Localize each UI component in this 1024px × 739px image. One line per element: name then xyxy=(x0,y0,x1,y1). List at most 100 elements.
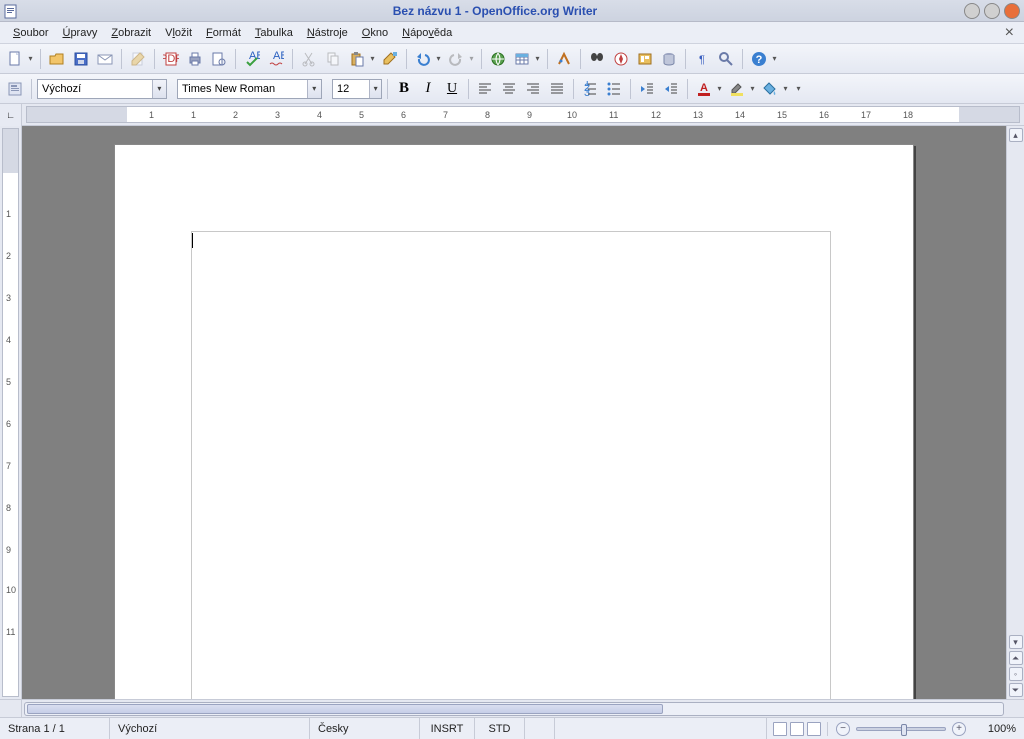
numbered-list-button[interactable]: 123 xyxy=(579,78,601,100)
font-name-dropdown[interactable]: ▾ xyxy=(307,80,321,98)
menu-soubor[interactable]: Soubor xyxy=(6,25,55,41)
status-style[interactable]: Výchozí xyxy=(110,718,310,739)
vertical-ruler[interactable]: 1 2 3 4 5 6 7 8 9 10 11 xyxy=(2,128,19,697)
menu-okno[interactable]: Okno xyxy=(355,25,395,41)
menu-napoveda[interactable]: Nápověda xyxy=(395,25,459,41)
status-modified[interactable] xyxy=(525,718,555,739)
single-page-view-icon[interactable] xyxy=(773,722,787,736)
cut-button[interactable] xyxy=(298,48,320,70)
page[interactable] xyxy=(114,144,914,699)
email-button[interactable] xyxy=(94,48,116,70)
close-window-button[interactable] xyxy=(1004,3,1020,19)
align-center-button[interactable] xyxy=(498,78,520,100)
zoom-out-button[interactable]: − xyxy=(836,722,850,736)
status-language[interactable]: Česky xyxy=(310,718,420,739)
copy-button[interactable] xyxy=(322,48,344,70)
navigator-button[interactable] xyxy=(610,48,632,70)
print-preview-button[interactable] xyxy=(208,48,230,70)
formatting-marks-button[interactable]: ¶ xyxy=(691,48,713,70)
font-size-dropdown[interactable]: ▾ xyxy=(369,80,381,98)
font-name-combo[interactable]: ▾ xyxy=(177,79,322,99)
multi-page-view-icon[interactable] xyxy=(790,722,804,736)
undo-dropdown[interactable]: ▾ xyxy=(434,54,443,63)
highlight-button[interactable] xyxy=(726,78,748,100)
zoom-slider-thumb[interactable] xyxy=(901,724,907,736)
spellcheck-button[interactable]: ABC xyxy=(241,48,263,70)
menu-vlozit[interactable]: Vložit xyxy=(158,25,199,41)
bullet-list-button[interactable] xyxy=(603,78,625,100)
gallery-button[interactable] xyxy=(634,48,656,70)
table-dropdown[interactable]: ▾ xyxy=(533,54,542,63)
maximize-button[interactable] xyxy=(984,3,1000,19)
zoom-percent[interactable]: 100% xyxy=(974,718,1024,739)
book-view-icon[interactable] xyxy=(807,722,821,736)
highlight-dropdown[interactable]: ▾ xyxy=(748,84,757,93)
underline-button[interactable]: U xyxy=(441,78,463,100)
status-insert-mode[interactable]: INSRT xyxy=(420,718,475,739)
horizontal-ruler[interactable]: 11 23 45 67 89 1011 1213 1415 1617 18 xyxy=(26,106,1020,123)
bold-button[interactable]: B xyxy=(393,78,415,100)
next-page-button[interactable]: ⏷ xyxy=(1009,683,1023,697)
status-bar: Strana 1 / 1 Výchozí Česky INSRT STD − +… xyxy=(0,717,1024,739)
background-color-dropdown[interactable]: ▾ xyxy=(781,84,790,93)
decrease-indent-button[interactable] xyxy=(636,78,658,100)
minimize-button[interactable] xyxy=(964,3,980,19)
horizontal-scrollbar[interactable] xyxy=(24,702,1004,716)
data-sources-button[interactable] xyxy=(658,48,680,70)
justify-button[interactable] xyxy=(546,78,568,100)
toolbar-overflow[interactable]: ▾ xyxy=(770,54,779,63)
menu-zobrazit[interactable]: Zobrazit xyxy=(104,25,158,41)
table-button[interactable] xyxy=(511,48,533,70)
save-button[interactable] xyxy=(70,48,92,70)
font-size-combo[interactable]: ▾ xyxy=(332,79,382,99)
zoom-button[interactable] xyxy=(715,48,737,70)
drawing-button[interactable] xyxy=(553,48,575,70)
paragraph-style-input[interactable] xyxy=(38,80,152,98)
edit-file-button[interactable] xyxy=(127,48,149,70)
align-left-button[interactable] xyxy=(474,78,496,100)
paste-dropdown[interactable]: ▾ xyxy=(368,54,377,63)
styles-window-button[interactable] xyxy=(4,78,26,100)
font-size-input[interactable] xyxy=(333,80,369,98)
menu-upravy[interactable]: Úpravy xyxy=(55,25,104,41)
redo-button[interactable] xyxy=(445,48,467,70)
undo-button[interactable] xyxy=(412,48,434,70)
zoom-slider[interactable] xyxy=(856,727,946,731)
document-pane[interactable] xyxy=(22,126,1006,699)
font-color-dropdown[interactable]: ▾ xyxy=(715,84,724,93)
increase-indent-button[interactable] xyxy=(660,78,682,100)
close-document-button[interactable]: × xyxy=(1001,24,1018,42)
export-pdf-button[interactable]: PDF xyxy=(160,48,182,70)
text-area[interactable] xyxy=(191,231,831,699)
help-button[interactable]: ? xyxy=(748,48,770,70)
zoom-in-button[interactable]: + xyxy=(952,722,966,736)
paste-button[interactable] xyxy=(346,48,368,70)
horizontal-scroll-thumb[interactable] xyxy=(27,704,663,714)
auto-spellcheck-button[interactable]: ABC xyxy=(265,48,287,70)
scroll-up-button[interactable]: ▴ xyxy=(1009,128,1023,142)
prev-page-button[interactable]: ⏶ xyxy=(1009,651,1023,665)
print-button[interactable] xyxy=(184,48,206,70)
navigation-button[interactable]: ◦ xyxy=(1009,667,1023,681)
status-selection-mode[interactable]: STD xyxy=(475,718,525,739)
paragraph-style-combo[interactable]: ▾ xyxy=(37,79,167,99)
font-name-input[interactable] xyxy=(178,80,307,98)
hyperlink-button[interactable] xyxy=(487,48,509,70)
redo-dropdown[interactable]: ▾ xyxy=(467,54,476,63)
new-dropdown[interactable]: ▾ xyxy=(26,54,35,63)
format-paintbrush-button[interactable] xyxy=(379,48,401,70)
paragraph-style-dropdown[interactable]: ▾ xyxy=(152,80,166,98)
font-color-button[interactable]: A xyxy=(693,78,715,100)
italic-button[interactable]: I xyxy=(417,78,439,100)
background-color-button[interactable] xyxy=(759,78,781,100)
fmt-toolbar-overflow[interactable]: ▾ xyxy=(794,84,803,93)
menu-format[interactable]: Formát xyxy=(199,25,248,41)
new-button[interactable] xyxy=(4,48,26,70)
find-button[interactable] xyxy=(586,48,608,70)
status-page[interactable]: Strana 1 / 1 xyxy=(0,718,110,739)
menu-tabulka[interactable]: Tabulka xyxy=(248,25,300,41)
menu-nastroje[interactable]: Nástroje xyxy=(300,25,355,41)
scroll-down-button[interactable]: ▾ xyxy=(1009,635,1023,649)
open-button[interactable] xyxy=(46,48,68,70)
align-right-button[interactable] xyxy=(522,78,544,100)
